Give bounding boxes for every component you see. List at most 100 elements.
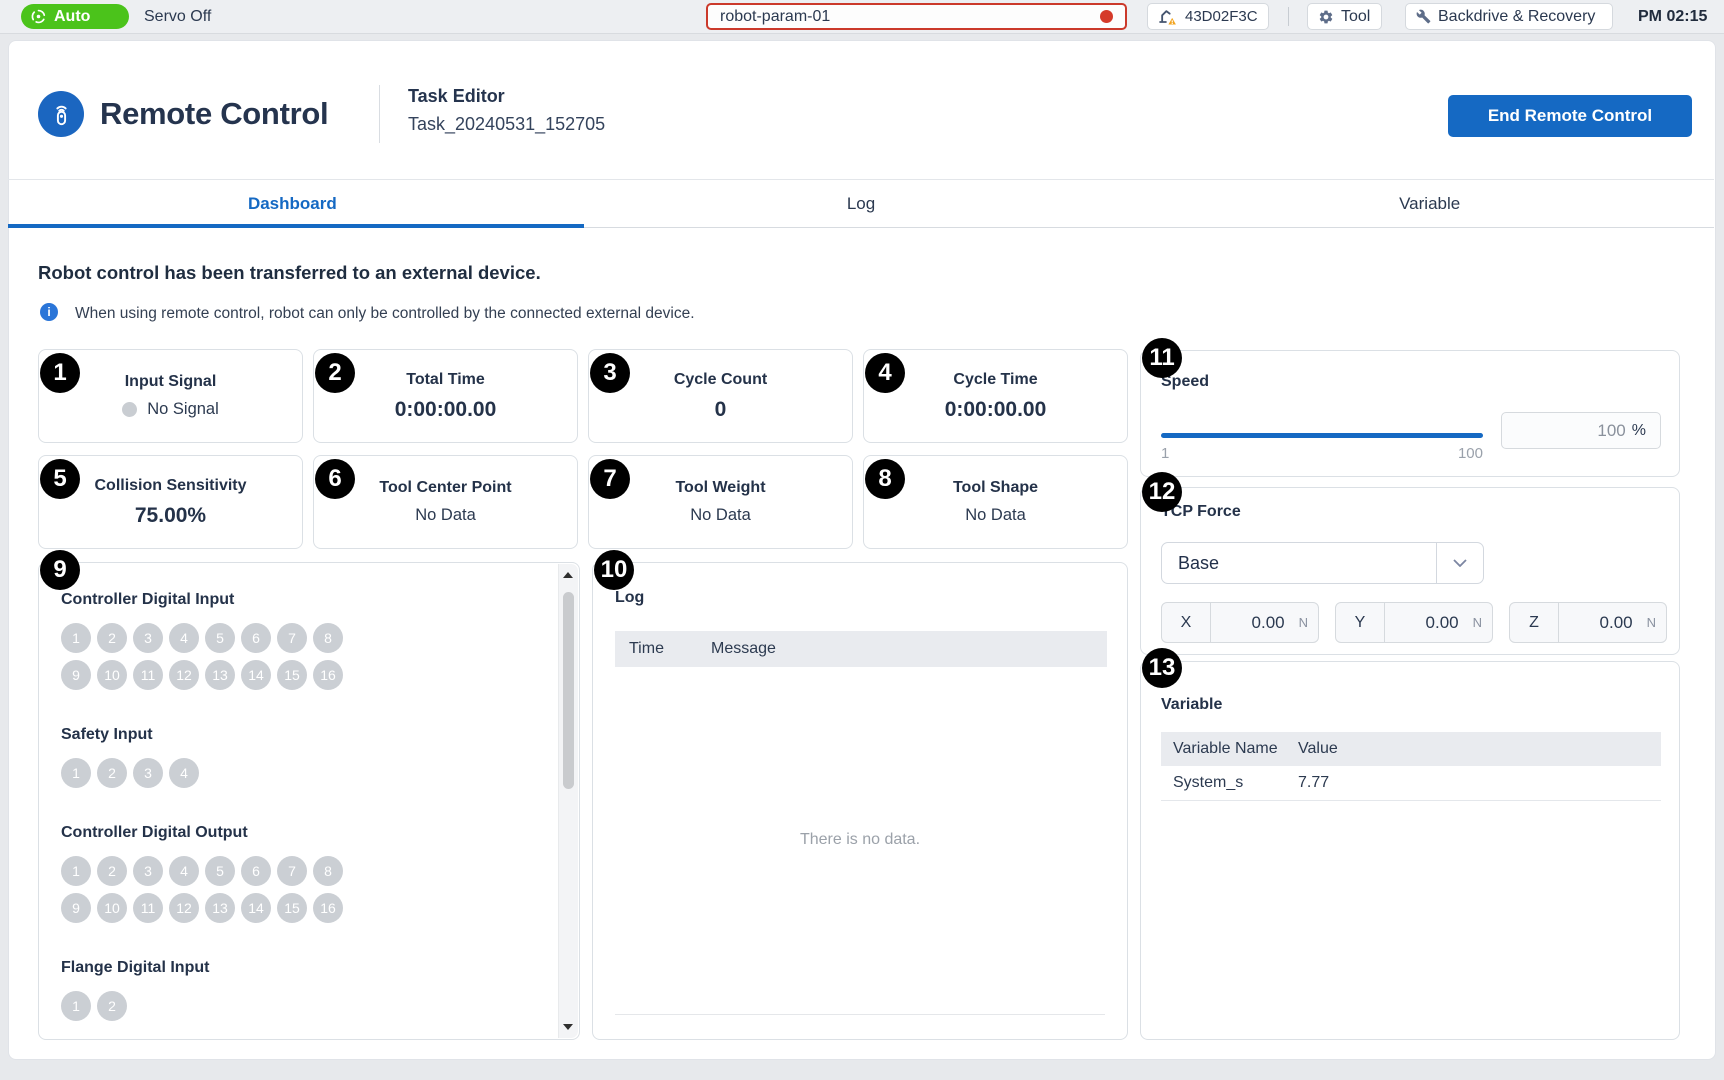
io-indicator: 16: [313, 893, 343, 923]
robot-id: 43D02F3C: [1185, 8, 1258, 25]
io-section: Safety Input1234: [61, 726, 549, 788]
scrollbar[interactable]: [558, 564, 578, 1038]
card-value: 0:00:00.00: [395, 398, 497, 422]
io-indicator: 2: [97, 758, 127, 788]
screen: Auto Servo Off robot-param-01 43D02F3C: [0, 0, 1724, 1080]
axis-label: Z: [1510, 603, 1559, 642]
clock: PM 02:15: [1638, 0, 1707, 33]
io-indicator: 7: [277, 623, 307, 653]
mode-label: Auto: [54, 8, 90, 26]
header-divider: [379, 85, 380, 143]
card-title: Tool Weight: [675, 479, 765, 497]
tab-variable[interactable]: Variable: [1145, 180, 1714, 227]
callout-badge-9: 9: [40, 550, 80, 590]
io-indicator: 9: [61, 660, 91, 690]
speed-unit: %: [1632, 422, 1646, 440]
mode-badge-auto[interactable]: Auto: [21, 4, 129, 29]
io-indicator: 8: [313, 856, 343, 886]
scroll-down-icon[interactable]: [563, 1024, 573, 1030]
log-col-time: Time: [615, 640, 711, 658]
axis-label: X: [1162, 603, 1211, 642]
card-title: Collision Sensitivity: [94, 477, 246, 495]
tool-label: Tool: [1341, 8, 1370, 26]
info-icon: i: [40, 303, 58, 321]
coordinate-frame-select[interactable]: Base: [1161, 542, 1484, 584]
end-remote-control-button[interactable]: End Remote Control: [1448, 95, 1692, 137]
panel-name: Task Editor: [408, 86, 505, 107]
io-section: Controller Digital Input1234567891011121…: [61, 591, 549, 690]
io-indicator: 15: [277, 893, 307, 923]
axis-unit: N: [1643, 615, 1666, 630]
log-col-message: Message: [711, 640, 776, 658]
io-indicator: 12: [169, 893, 199, 923]
card-title: Input Signal: [125, 373, 217, 391]
chevron-down-icon: [1436, 543, 1483, 583]
auto-mode-icon: [30, 8, 47, 25]
io-indicator: 10: [97, 893, 127, 923]
card-value: No Data: [690, 506, 751, 525]
card-title: Cycle Count: [674, 371, 767, 389]
tab-dashboard[interactable]: Dashboard: [8, 180, 577, 227]
speed-scale: 1 100: [1161, 445, 1483, 462]
backdrive-recovery-button[interactable]: Backdrive & Recovery: [1405, 3, 1613, 30]
card-value: No Data: [965, 506, 1026, 525]
servo-status: Servo Off: [144, 0, 211, 33]
speed-value-input[interactable]: 100 %: [1501, 412, 1661, 449]
io-indicator: 1: [61, 856, 91, 886]
io-indicator: 11: [133, 893, 163, 923]
scroll-up-icon[interactable]: [563, 572, 573, 578]
speed-min-label: 1: [1161, 445, 1169, 462]
tool-button[interactable]: Tool: [1307, 3, 1382, 30]
log-panel: Log Time Message There is no data.: [592, 562, 1128, 1040]
callout-badge-3: 3: [590, 353, 630, 393]
topbar-divider: [1288, 7, 1289, 26]
io-indicator: 6: [241, 623, 271, 653]
callout-badge-12: 12: [1142, 472, 1182, 512]
io-indicator: 8: [313, 623, 343, 653]
io-indicator: 11: [133, 660, 163, 690]
speed-max-label: 100: [1458, 445, 1483, 462]
speed-value: 100: [1597, 421, 1625, 441]
robot-id-chip[interactable]: 43D02F3C: [1147, 3, 1269, 30]
io-section: Controller Digital Output123456789101112…: [61, 824, 549, 923]
io-section-title: Controller Digital Input: [61, 591, 549, 609]
io-indicator-row: 910111213141516: [61, 893, 549, 923]
speed-slider[interactable]: [1161, 433, 1483, 438]
io-section: Flange Digital Input 12: [61, 959, 549, 1021]
io-indicator: 7: [277, 856, 307, 886]
table-row: System_s 7.77: [1161, 766, 1661, 801]
io-indicator: 16: [313, 660, 343, 690]
io-indicator: 12: [169, 660, 199, 690]
card-title: Tool Shape: [953, 479, 1038, 497]
callout-badge-2: 2: [315, 353, 355, 393]
variable-col-value: Value: [1298, 740, 1338, 758]
axis-label: Y: [1336, 603, 1385, 642]
io-indicator: 2: [97, 856, 127, 886]
notice-info-text: When using remote control, robot can onl…: [75, 305, 695, 323]
recording-dot: [1100, 10, 1113, 23]
io-indicator: 14: [241, 893, 271, 923]
axis-value: 0.00: [1559, 613, 1643, 633]
tcp-force-y: Y 0.00 N: [1335, 602, 1493, 643]
scrollbar-thumb[interactable]: [563, 592, 574, 789]
io-indicator: 2: [97, 991, 127, 1021]
active-tab-underline: [8, 224, 584, 228]
card-value: 75.00%: [135, 504, 206, 528]
io-indicator-row: 12345678: [61, 856, 549, 886]
page-title: Remote Control: [100, 96, 328, 132]
card-title: Tool Center Point: [379, 479, 511, 497]
io-indicator: 3: [133, 623, 163, 653]
card-value: 0:00:00.00: [945, 398, 1047, 422]
io-indicator-row: 910111213141516: [61, 660, 549, 690]
card-title: Cycle Time: [953, 371, 1037, 389]
io-indicator: 1: [61, 623, 91, 653]
io-indicator: 14: [241, 660, 271, 690]
io-indicator-row: 12: [61, 991, 549, 1021]
axis-unit: N: [1295, 615, 1318, 630]
io-indicator: 13: [205, 893, 235, 923]
io-indicator: 3: [133, 856, 163, 886]
tab-log[interactable]: Log: [577, 180, 1146, 227]
io-section-title: Flange Digital Input: [61, 959, 549, 977]
program-name-field[interactable]: robot-param-01: [706, 3, 1127, 30]
robot-warning-icon: [1158, 7, 1178, 27]
